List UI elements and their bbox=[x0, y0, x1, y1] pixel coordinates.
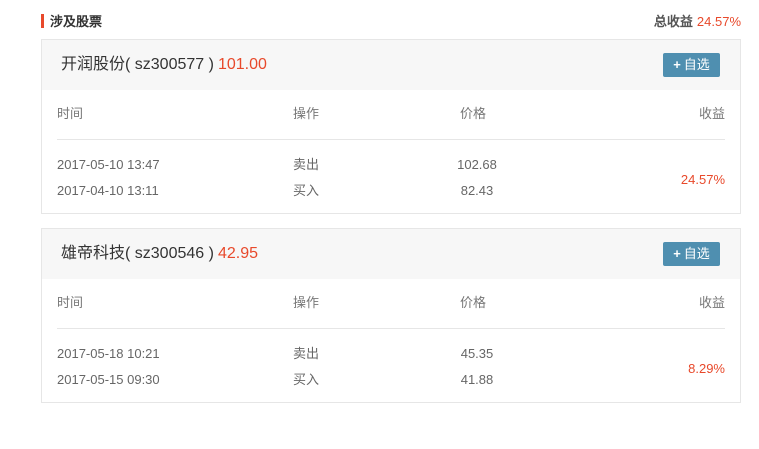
section-header: 涉及股票 总收益 24.57% bbox=[41, 12, 741, 32]
stock-price: 101.00 bbox=[217, 56, 267, 73]
total-profit-label: 总收益 bbox=[653, 14, 693, 29]
column-header-profit: 收益 bbox=[698, 106, 725, 121]
add-favorite-button[interactable]: + 自选 bbox=[663, 53, 720, 77]
column-header-time: 时间 bbox=[57, 106, 84, 121]
stock-price: 42.95 bbox=[217, 245, 258, 262]
header-divider bbox=[57, 328, 725, 329]
column-header-time: 时间 bbox=[57, 295, 84, 310]
stock-name[interactable]: 雄帝科技( sz300546 ) bbox=[61, 245, 214, 262]
trade-operation: 买入 bbox=[293, 183, 320, 198]
stock-profit: 8.29% bbox=[688, 361, 725, 376]
trade-time: 2017-05-10 13:47 bbox=[57, 157, 160, 172]
trade-operation: 卖出 bbox=[293, 346, 320, 361]
trade-time: 2017-05-18 10:21 bbox=[57, 346, 160, 361]
trade-time: 2017-04-10 13:11 bbox=[57, 183, 159, 198]
section-accent-bar bbox=[41, 14, 44, 28]
plus-icon: + bbox=[673, 57, 681, 72]
stock-card-header: 开润股份( sz300577 ) 101.00 + 自选 bbox=[42, 40, 740, 90]
plus-icon: + bbox=[673, 246, 681, 261]
stock-card: 雄帝科技( sz300546 ) 42.95 + 自选 时间 操作 价格 收益 20… bbox=[41, 228, 741, 403]
stock-card-header: 雄帝科技( sz300546 ) 42.95 + 自选 bbox=[42, 229, 740, 279]
trade-price: 82.43 bbox=[460, 183, 494, 198]
header-divider bbox=[57, 139, 725, 140]
stock-profit: 24.57% bbox=[680, 172, 725, 187]
column-header-profit: 收益 bbox=[698, 295, 725, 310]
trade-price: 102.68 bbox=[457, 157, 497, 172]
add-favorite-label: 自选 bbox=[683, 57, 710, 72]
column-header-operation: 操作 bbox=[293, 106, 320, 121]
trade-price: 41.88 bbox=[460, 372, 494, 387]
column-header-price: 价格 bbox=[460, 106, 487, 121]
stock-card: 开润股份( sz300577 ) 101.00 + 自选 时间 操作 价格 收益 2… bbox=[41, 39, 741, 214]
add-favorite-label: 自选 bbox=[683, 246, 710, 261]
trade-price: 45.35 bbox=[460, 346, 494, 361]
column-header-operation: 操作 bbox=[293, 295, 320, 310]
trade-time: 2017-05-15 09:30 bbox=[57, 372, 160, 387]
trade-operation: 买入 bbox=[293, 372, 320, 387]
total-profit-value: 24.57% bbox=[696, 14, 741, 29]
trade-operation: 卖出 bbox=[293, 157, 320, 172]
stock-title[interactable]: 雄帝科技( sz300546 ) 42.95 bbox=[61, 244, 258, 264]
stock-name[interactable]: 开润股份( sz300577 ) bbox=[61, 56, 214, 73]
add-favorite-button[interactable]: + 自选 bbox=[663, 242, 720, 266]
stock-title[interactable]: 开润股份( sz300577 ) 101.00 bbox=[61, 55, 267, 75]
section-title: 涉及股票 bbox=[50, 14, 103, 29]
column-header-price: 价格 bbox=[460, 295, 487, 310]
total-profit: 总收益 24.57% bbox=[654, 13, 741, 31]
